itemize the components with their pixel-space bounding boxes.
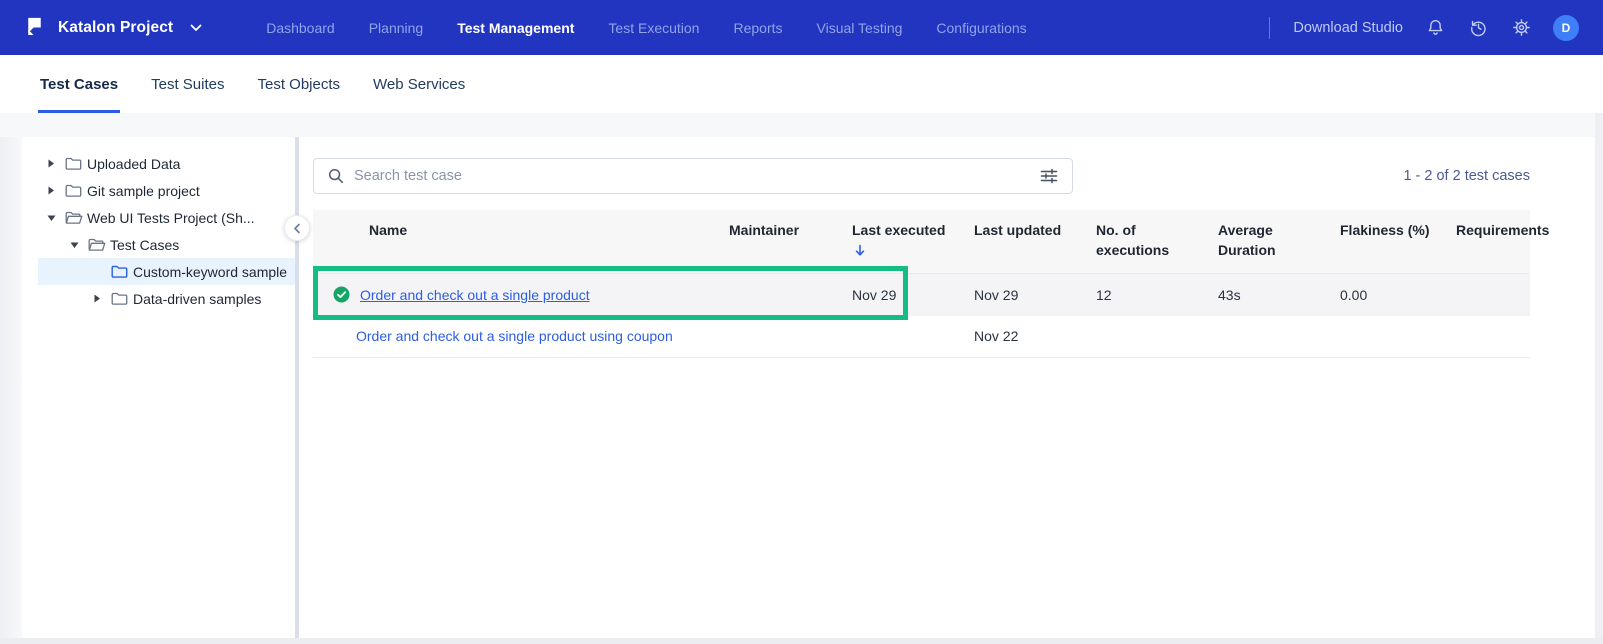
column-header-maintainer[interactable]: Maintainer (713, 210, 836, 274)
tree-item-label: Web UI Tests Project (Sh... (87, 210, 255, 226)
folder-open-icon (65, 210, 87, 225)
table-header-row: Name Maintainer Last executed Last updat… (313, 210, 1530, 274)
section-tabs: Test Cases Test Suites Test Objects Web … (0, 55, 1603, 113)
search-icon (328, 168, 344, 184)
cell-average-duration: 43s (1202, 274, 1324, 316)
cell-no-of-executions (1080, 316, 1202, 358)
nav-item-configurations[interactable]: Configurations (936, 20, 1026, 36)
tree-item-git-sample-project[interactable]: Git sample project (22, 177, 295, 204)
nav-item-reports[interactable]: Reports (733, 20, 782, 36)
cell-last-executed (836, 316, 958, 358)
history-icon[interactable] (1467, 17, 1489, 39)
cell-last-updated: Nov 22 (958, 316, 1080, 358)
cell-flakiness (1324, 316, 1440, 358)
folder-closed-icon (65, 183, 87, 198)
nav-item-dashboard[interactable]: Dashboard (266, 20, 335, 36)
tab-test-objects[interactable]: Test Objects (257, 55, 340, 113)
column-header-requirements[interactable]: Requirements (1440, 210, 1530, 274)
table-row: Order and check out a single product Nov… (313, 274, 1530, 316)
folder-closed-icon (111, 291, 133, 306)
download-studio-link[interactable]: Download Studio (1293, 20, 1403, 36)
column-header-flakiness[interactable]: Flakiness (%) (1324, 210, 1440, 274)
search-box (313, 158, 1073, 194)
left-rail (0, 137, 22, 644)
main-nav: Dashboard Planning Test Management Test … (266, 20, 1026, 36)
tab-web-services[interactable]: Web Services (373, 55, 465, 113)
nav-item-planning[interactable]: Planning (369, 20, 424, 36)
folder-tree: Uploaded Data Git sample project (22, 137, 295, 644)
top-navbar: Katalon Project Dashboard Planning Test … (0, 0, 1603, 55)
katalon-logo-icon (22, 15, 47, 40)
column-header-average-duration[interactable]: Average Duration (1202, 210, 1324, 274)
folder-closed-icon (111, 264, 133, 279)
nav-item-visual-testing[interactable]: Visual Testing (817, 20, 903, 36)
cell-requirements (1440, 316, 1530, 358)
tree-item-test-cases[interactable]: Test Cases (22, 231, 295, 258)
horizontal-scrollbar[interactable] (0, 638, 1603, 644)
project-switcher[interactable]: Katalon Project (22, 15, 202, 40)
caret-down-icon[interactable] (70, 241, 88, 249)
table-row: Order and check out a single product usi… (313, 316, 1530, 358)
navbar-divider (1269, 17, 1270, 39)
tree-item-label: Uploaded Data (87, 156, 180, 172)
cell-average-duration (1202, 316, 1324, 358)
cell-requirements (1440, 274, 1530, 316)
results-count: 1 - 2 of 2 test cases (1403, 168, 1530, 184)
cell-flakiness: 0.00 (1324, 274, 1440, 316)
cell-maintainer (713, 274, 836, 316)
collapse-sidebar-button[interactable] (284, 215, 310, 241)
vertical-scrollbar[interactable] (1595, 113, 1603, 638)
tab-test-suites[interactable]: Test Suites (151, 55, 224, 113)
sort-desc-icon[interactable] (855, 243, 865, 263)
test-case-link[interactable]: Order and check out a single product usi… (356, 328, 673, 344)
test-case-link[interactable]: Order and check out a single product (360, 287, 590, 303)
chevron-down-icon (190, 24, 202, 32)
bell-icon[interactable] (1424, 17, 1446, 39)
tree-item-label: Custom-keyword sample (133, 264, 287, 280)
filter-icon[interactable] (1040, 167, 1058, 185)
caret-right-icon[interactable] (93, 294, 111, 303)
folder-closed-icon (65, 156, 87, 171)
column-header-no-of-executions[interactable]: No. of executions (1080, 210, 1202, 274)
tab-test-cases[interactable]: Test Cases (40, 55, 118, 113)
caret-right-icon[interactable] (47, 159, 65, 168)
cell-no-of-executions: 12 (1080, 274, 1202, 316)
gear-icon[interactable] (1510, 17, 1532, 39)
tree-item-data-driven-samples[interactable]: Data-driven samples (22, 285, 295, 312)
nav-item-test-execution[interactable]: Test Execution (608, 20, 699, 36)
content-area: Uploaded Data Git sample project (0, 113, 1603, 644)
cell-last-executed: Nov 29 (836, 274, 958, 316)
test-cases-table: Name Maintainer Last executed Last updat… (313, 210, 1530, 358)
tree-item-custom-keyword-sample[interactable]: Custom-keyword sample (38, 258, 295, 285)
test-cases-main: 1 - 2 of 2 test cases Name Maintainer La… (299, 137, 1603, 644)
search-input[interactable] (354, 168, 1040, 184)
caret-right-icon[interactable] (47, 186, 65, 195)
column-header-last-executed[interactable]: Last executed (836, 210, 958, 274)
caret-down-icon[interactable] (47, 214, 65, 222)
tree-item-uploaded-data[interactable]: Uploaded Data (22, 150, 295, 177)
user-avatar[interactable]: D (1553, 15, 1579, 41)
cell-maintainer (713, 316, 836, 358)
tree-item-web-ui-tests-project[interactable]: Web UI Tests Project (Sh... (22, 204, 295, 231)
project-name: Katalon Project (58, 19, 173, 37)
column-header-last-updated[interactable]: Last updated (958, 210, 1080, 274)
tree-item-label: Data-driven samples (133, 291, 261, 307)
tree-item-label: Git sample project (87, 183, 200, 199)
status-passed-icon (333, 286, 350, 303)
column-header-name[interactable]: Name (313, 210, 713, 274)
folder-open-icon (88, 237, 110, 252)
cell-last-updated: Nov 29 (958, 274, 1080, 316)
tree-item-label: Test Cases (110, 237, 179, 253)
nav-item-test-management[interactable]: Test Management (457, 20, 574, 36)
